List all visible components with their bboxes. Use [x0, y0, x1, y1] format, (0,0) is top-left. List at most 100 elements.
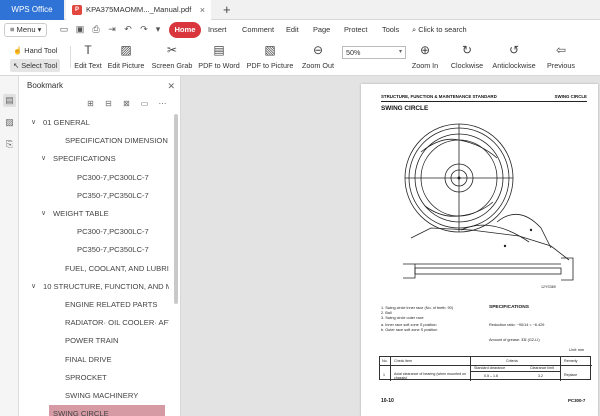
pdf-to-word-label: PDF to Word	[198, 61, 240, 70]
pdf-to-picture-label: PDF to Picture	[246, 61, 294, 70]
tab-comment[interactable]: Comment	[242, 20, 274, 40]
bookmark-item[interactable]: SWING MACHINERY	[53, 387, 169, 405]
print-icon[interactable]: ⎙	[90, 23, 102, 36]
folder-icon[interactable]: ▭	[58, 23, 70, 36]
tab-edit[interactable]: Edit	[286, 20, 299, 40]
bookmark-item[interactable]: PC300-7,PC300LC-7	[65, 169, 169, 187]
command-search[interactable]: ⌕ Click to search	[412, 20, 467, 40]
delete-bookmark-icon[interactable]: ▭	[139, 98, 150, 109]
bookmark-item-label: WEIGHT TABLE	[53, 209, 109, 218]
page-header: STRUCTURE, FUNCTION & MAINTENANCE STANDA…	[381, 94, 587, 102]
document-viewport[interactable]: STRUCTURE, FUNCTION & MAINTENANCE STANDA…	[181, 76, 600, 416]
bookmark-item[interactable]: SPROCKET	[53, 369, 169, 387]
chevron-down-icon[interactable]: ∨	[31, 114, 36, 132]
screen-grab-button[interactable]: ✂ Screen Grab	[151, 42, 193, 70]
edit-picture-label: Edit Picture	[107, 61, 145, 70]
bookmark-item[interactable]: PC350-7,PC350LC-7	[65, 241, 169, 259]
table-divider	[390, 357, 391, 381]
zoom-in-button[interactable]: ⊕ Zoom In	[410, 42, 440, 70]
hand-tool-label: Hand Tool	[24, 46, 58, 55]
menu-bar: ≡ Menu ▾ ▭ ▣ ⎙ ⇥ ↶ ↷ ▾ Home Insert Comme…	[0, 20, 600, 40]
screen-grab-label: Screen Grab	[151, 61, 193, 70]
table-divider	[560, 357, 561, 381]
bookmark-item[interactable]: FINAL DRIVE	[53, 351, 169, 369]
bookmark-item[interactable]: ENGINE RELATED PARTS	[53, 296, 169, 314]
bookmark-item[interactable]: PC300-7,PC300LC-7	[65, 223, 169, 241]
attachment-icon[interactable]: ⎘	[3, 138, 16, 151]
bookmark-item[interactable]: POWER TRAIN	[53, 332, 169, 350]
command-search-label: Click to search	[418, 25, 467, 34]
table-header-no: No.	[382, 359, 388, 363]
chevron-down-icon[interactable]: ∨	[41, 205, 46, 223]
save-icon[interactable]: ▣	[74, 23, 86, 36]
tab-tools[interactable]: Tools	[382, 20, 399, 40]
tab-protect[interactable]: Protect	[344, 20, 367, 40]
table-header-check: Check item	[394, 359, 412, 363]
bookmark-item[interactable]: ∨ WEIGHT TABLE	[41, 205, 169, 223]
table-header-criteria: Criteria	[506, 359, 518, 363]
bookmark-item[interactable]: ∨ 01 GENERAL	[31, 114, 169, 132]
tab-insert[interactable]: Insert	[208, 20, 226, 40]
bookmark-panel: Bookmark ✕ ⊞ ⊟ ⊠ ▭ ⋯ ∨ 01 GENERAL SPECIFIC…	[19, 76, 181, 416]
close-icon[interactable]: ✕	[167, 76, 175, 96]
previous-label: Previous	[547, 61, 575, 70]
bookmark-item[interactable]: SPECIFICATION DIMENSION DRA...	[53, 132, 169, 150]
previous-page-button[interactable]: ⇦ Previous	[544, 42, 578, 70]
bookmark-panel-icon[interactable]: ▤	[3, 94, 16, 107]
export-icon[interactable]: ⇥	[106, 23, 118, 36]
swing-circle-drawing: 12YS369	[403, 123, 574, 289]
select-tool-button[interactable]: ↖ Select Tool	[10, 59, 61, 72]
edit-picture-button[interactable]: ▨ Edit Picture	[107, 42, 145, 70]
edit-text-button[interactable]: T Edit Text	[74, 42, 102, 70]
main-menu-button[interactable]: ≡ Menu ▾	[4, 23, 48, 37]
bookmark-item[interactable]: FUEL, COOLANT, AND LUBRICANTS	[53, 260, 169, 278]
bookmark-item[interactable]: PC350-7,PC350LC-7	[65, 187, 169, 205]
reduction-ratio: Reduction ratio: −90/14 = −6.429	[489, 323, 545, 327]
chevron-down-icon[interactable]: ∨	[41, 150, 46, 168]
wps-office-tab[interactable]: WPS Office	[0, 0, 64, 20]
bookmark-item-label: 10 STRUCTURE, FUNCTION, AND MAI...	[43, 281, 169, 291]
arrow-left-icon: ⇦	[555, 43, 567, 57]
bookmark-item-label: SPECIFICATIONS	[53, 154, 116, 164]
bookmark-item[interactable]: ∨ 10 STRUCTURE, FUNCTION, AND MAI...	[31, 278, 169, 296]
clockwise-label: Clockwise	[450, 61, 484, 70]
chevron-down-icon[interactable]: ▾	[152, 23, 164, 36]
rotate-clockwise-button[interactable]: ↻ Clockwise	[448, 42, 486, 70]
thumbnail-icon[interactable]: ▨	[3, 116, 16, 129]
expand-all-icon[interactable]: ⊟	[103, 98, 114, 109]
maintenance-table: No. Check item Criteria Remedy Standard …	[379, 356, 592, 381]
bookmark-item[interactable]: ∨ SPECIFICATIONS	[41, 150, 169, 168]
zoom-in-icon: ⊕	[419, 43, 431, 57]
zoom-out-label: Zoom Out	[302, 61, 334, 70]
pdf-to-picture-icon: ▧	[264, 43, 276, 57]
bookmark-scrollbar[interactable]	[174, 114, 178, 304]
chevron-down-icon: ▾	[398, 49, 402, 55]
scissors-icon: ✂	[166, 43, 178, 57]
chevron-down-icon[interactable]: ∨	[31, 278, 36, 296]
zoom-out-button[interactable]: ⊖ Zoom Out	[300, 42, 336, 70]
bookmark-item[interactable]: SWING CIRCLE	[49, 405, 165, 416]
unit-label: Unit: mm	[569, 348, 585, 352]
close-icon[interactable]: ×	[200, 0, 205, 20]
pdf-to-picture-button[interactable]: ▧ PDF to Picture	[246, 42, 294, 70]
add-bookmark-icon[interactable]: ⊞	[85, 98, 96, 109]
bookmark-item-label: SWING MACHINERY	[65, 391, 139, 400]
zoom-select[interactable]: 50% ▾	[342, 46, 406, 59]
bookmark-header: Bookmark ✕	[19, 76, 180, 96]
table-cell-remedy: Replace	[564, 373, 578, 377]
bookmark-item-label: POWER TRAIN	[65, 336, 119, 346]
hand-tool-button[interactable]: ☝ Hand Tool	[10, 44, 60, 57]
tab-page[interactable]: Page	[313, 20, 330, 40]
rotate-anticlockwise-button[interactable]: ↺ Anticlockwise	[490, 42, 538, 70]
page-number: 10-10	[381, 398, 394, 404]
undo-icon[interactable]: ↶	[122, 23, 134, 36]
redo-icon[interactable]: ↷	[138, 23, 150, 36]
bookmark-options-icon[interactable]: ⋯	[157, 98, 168, 109]
new-tab-button[interactable]: +	[223, 0, 231, 19]
specifications-heading: SPECIFICATIONS	[489, 305, 529, 310]
bookmark-item[interactable]: RADIATOR· OIL COOLER· AFTERC...	[53, 314, 169, 332]
collapse-all-icon[interactable]: ⊠	[121, 98, 132, 109]
pdf-to-word-button[interactable]: ▤ PDF to Word	[198, 42, 240, 70]
tab-home[interactable]: Home	[169, 22, 201, 38]
document-tab[interactable]: P KPA375MAOMM..._Manual.pdf ×	[66, 0, 211, 20]
